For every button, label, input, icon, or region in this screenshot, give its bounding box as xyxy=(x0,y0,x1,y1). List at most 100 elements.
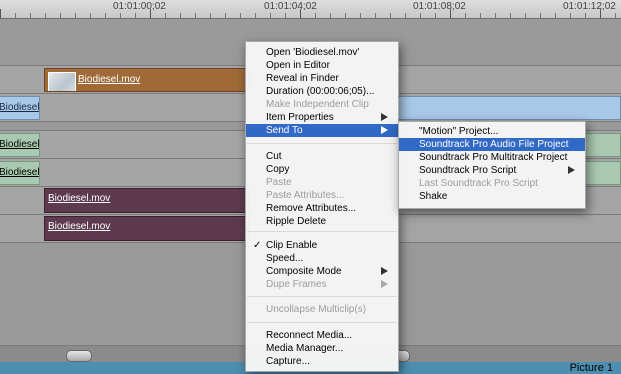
menu-item-capture[interactable]: Capture... xyxy=(246,355,398,368)
menu-item-label: Soundtrack Pro Script xyxy=(419,165,517,176)
menu-item-make-independent-clip: Make Independent Clip xyxy=(246,98,398,111)
send-to-submenu: "Motion" Project... Soundtrack Pro Audio … xyxy=(398,121,586,209)
ruler-tick xyxy=(195,13,196,18)
linked-clip[interactable]: Biodiesel.mov xyxy=(0,161,40,185)
menu-item-dupe-frames: Dupe Frames xyxy=(246,278,398,291)
menu-item-cut[interactable]: Cut xyxy=(246,150,398,163)
menu-item-label: Dupe Frames xyxy=(266,279,327,290)
ruler-tick xyxy=(165,13,166,18)
zoom-slider-thumb[interactable] xyxy=(66,350,92,362)
menu-item-clip-enable[interactable]: ✓ Clip Enable xyxy=(246,239,398,252)
menu-item-soundtrack-pro-multitrack-project[interactable]: Soundtrack Pro Multitrack Project xyxy=(399,151,585,164)
clip-name: Biodiesel.mov xyxy=(0,102,40,113)
audio-clip[interactable]: Biodiesel.mov xyxy=(44,216,250,241)
ruler-tick xyxy=(180,13,181,18)
audio-clip[interactable]: Biodiesel.mov xyxy=(44,188,250,213)
ruler-tick xyxy=(510,13,511,18)
ruler-timecode: 01:01:04;02 xyxy=(264,1,317,12)
menu-item-soundtrack-pro-audio-file-project[interactable]: Soundtrack Pro Audio File Project xyxy=(399,138,585,151)
ruler-timecode: 01:01:08;02 xyxy=(413,1,466,12)
ruler-tick xyxy=(540,13,541,18)
menu-separator xyxy=(247,231,397,232)
ruler-tick xyxy=(210,13,211,18)
submenu-arrow-icon xyxy=(381,280,388,288)
menu-item-reconnect-media[interactable]: Reconnect Media... xyxy=(246,329,398,342)
menu-item-last-soundtrack-pro-script: Last Soundtrack Pro Script xyxy=(399,177,585,190)
ruler-tick xyxy=(0,9,1,18)
menu-item-label: Reconnect Media... xyxy=(266,330,353,341)
ruler-tick xyxy=(285,13,286,18)
linked-clip[interactable] xyxy=(585,133,621,157)
ruler-tick xyxy=(240,13,241,18)
ruler-tick xyxy=(60,13,61,18)
ruler-tick xyxy=(570,13,571,18)
ruler-tick xyxy=(15,13,16,18)
menu-item-label: Make Independent Clip xyxy=(266,99,369,110)
ruler-tick xyxy=(375,13,376,18)
picture-label: Picture 1 xyxy=(569,362,613,374)
clip-name: Biodiesel.mov xyxy=(78,74,141,85)
menu-item-label: Clip Enable xyxy=(266,240,318,251)
menu-item-remove-attributes[interactable]: Remove Attributes... xyxy=(246,202,398,215)
ruler-tick xyxy=(600,9,601,18)
menu-item-send-to[interactable]: Send To xyxy=(246,124,398,137)
menu-item-ripple-delete[interactable]: Ripple Delete xyxy=(246,215,398,228)
linked-clip[interactable] xyxy=(585,161,621,185)
menu-item-label: Uncollapse Multiclip(s) xyxy=(266,304,367,315)
ruler-tick xyxy=(255,13,256,18)
menu-item-speed[interactable]: Speed... xyxy=(246,252,398,265)
menu-item-motion-project[interactable]: "Motion" Project... xyxy=(399,125,585,138)
menu-item-open-biodiesel-mov[interactable]: Open 'Biodiesel.mov' xyxy=(246,46,398,59)
ruler-tick xyxy=(555,13,556,18)
linked-clip[interactable]: Biodiesel.mov xyxy=(0,96,40,120)
ruler-timecode: 01:01:00;02 xyxy=(113,1,166,12)
menu-separator xyxy=(247,322,397,323)
clip-name: Biodiesel.mov xyxy=(0,139,40,150)
ruler-tick xyxy=(300,9,301,18)
menu-item-media-manager[interactable]: Media Manager... xyxy=(246,342,398,355)
clip-thumbnail xyxy=(48,72,76,91)
linked-clip[interactable]: Biodiesel.mov xyxy=(0,133,40,157)
video-clip[interactable]: Biodiesel.mov xyxy=(44,68,250,92)
ruler-tick xyxy=(345,13,346,18)
menu-item-item-properties[interactable]: Item Properties xyxy=(246,111,398,124)
clip-name: Biodiesel.mov xyxy=(0,167,40,178)
menu-item-uncollapse-multiclip-s: Uncollapse Multiclip(s) xyxy=(246,303,398,316)
menu-item-composite-mode[interactable]: Composite Mode xyxy=(246,265,398,278)
ruler-tick xyxy=(495,13,496,18)
submenu-arrow-icon xyxy=(568,166,575,174)
menu-item-label: Ripple Delete xyxy=(266,216,327,227)
menu-item-paste-attributes: Paste Attributes... xyxy=(246,189,398,202)
ruler-tick xyxy=(315,13,316,18)
submenu-arrow-icon xyxy=(381,126,388,134)
menu-item-soundtrack-pro-script[interactable]: Soundtrack Pro Script xyxy=(399,164,585,177)
menu-item-label: Soundtrack Pro Audio File Project xyxy=(419,139,569,150)
menu-item-label: Shake xyxy=(419,191,448,202)
ruler-tick xyxy=(150,9,151,18)
menu-item-duration-00-00-06-05[interactable]: Duration (00:00:06;05)... xyxy=(246,85,398,98)
linked-clip[interactable] xyxy=(398,96,621,120)
menu-item-copy[interactable]: Copy xyxy=(246,163,398,176)
ruler-tick xyxy=(270,13,271,18)
menu-separator xyxy=(247,143,397,144)
ruler-tick xyxy=(30,13,31,18)
ruler-tick xyxy=(525,13,526,18)
menu-item-open-in-editor[interactable]: Open in Editor xyxy=(246,59,398,72)
menu-item-label: Speed... xyxy=(266,253,304,264)
ruler-tick xyxy=(465,13,466,18)
context-menu: Open 'Biodiesel.mov' Open in Editor Reveal… xyxy=(245,41,399,372)
menu-item-label: Item Properties xyxy=(266,112,334,123)
ruler-tick xyxy=(135,13,136,18)
clip-name: Biodiesel.mov xyxy=(48,221,111,232)
menu-item-reveal-in-finder[interactable]: Reveal in Finder xyxy=(246,72,398,85)
timeline-ruler[interactable]: 01:01:00;02 01:01:04;02 01:01:08;02 01:0… xyxy=(0,0,621,19)
menu-item-label: Send To xyxy=(266,125,303,136)
ruler-tick xyxy=(480,13,481,18)
menu-item-paste: Paste xyxy=(246,176,398,189)
submenu-arrow-icon xyxy=(381,113,388,121)
menu-item-shake[interactable]: Shake xyxy=(399,190,585,203)
menu-item-label: Soundtrack Pro Multitrack Project xyxy=(419,152,568,163)
ruler-tick xyxy=(420,13,421,18)
ruler-tick xyxy=(435,13,436,18)
ruler-tick xyxy=(585,13,586,18)
